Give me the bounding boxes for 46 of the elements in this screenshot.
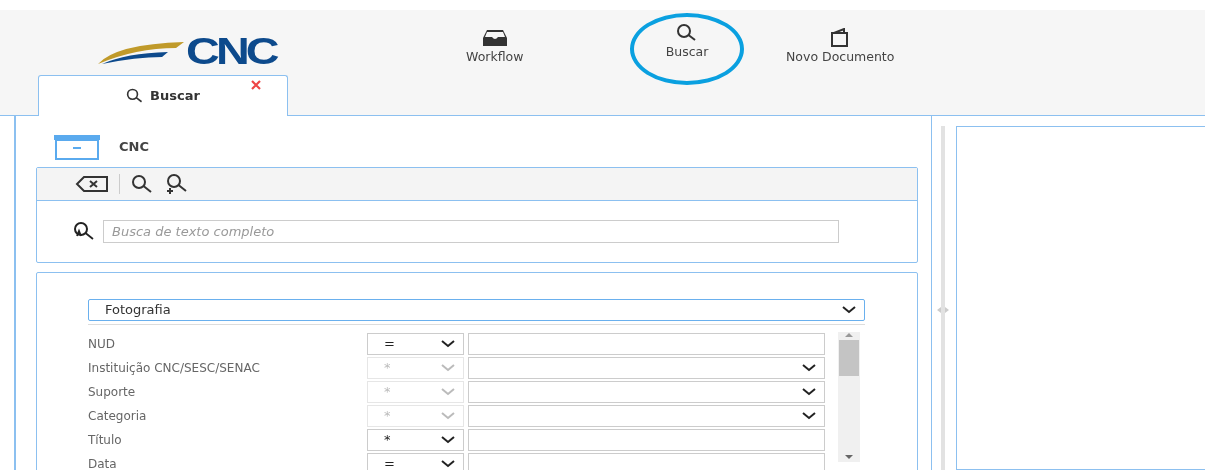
operator-select[interactable]: = xyxy=(367,452,464,470)
nav-button[interactable]: Workflow xyxy=(462,22,528,73)
value-select[interactable] xyxy=(468,356,825,379)
nav-button[interactable]: Novo Documento xyxy=(782,22,899,73)
caret-icon xyxy=(441,459,455,468)
operator-select[interactable]: = xyxy=(367,332,464,355)
caret-icon xyxy=(441,411,455,420)
caret-icon xyxy=(441,387,455,396)
inbox-icon xyxy=(481,28,508,48)
value-field[interactable] xyxy=(468,452,825,470)
field-label: Data xyxy=(88,455,118,470)
caret-icon xyxy=(802,363,816,372)
full-text-search-field[interactable]: Busca de texto completo xyxy=(103,219,839,243)
repository-name: CNC xyxy=(119,138,149,157)
caret-icon xyxy=(441,363,455,372)
zoom-in-icon[interactable] xyxy=(164,172,188,195)
close-icon[interactable] xyxy=(251,80,261,90)
field-label: Instituição CNC/SESC/SENAC xyxy=(88,359,261,377)
caret-icon xyxy=(441,339,455,348)
caret-icon xyxy=(441,435,455,444)
nav-button[interactable]: Buscar xyxy=(630,13,744,85)
document-type-select[interactable]: Fotografia xyxy=(88,298,865,321)
splitter-arrows-icon[interactable] xyxy=(936,306,950,314)
field-label: Suporte xyxy=(88,383,137,401)
caret-icon xyxy=(802,387,816,396)
scrollbar[interactable] xyxy=(838,331,860,462)
document-icon xyxy=(830,28,851,48)
caret-icon xyxy=(802,411,816,420)
field-label: NUD xyxy=(88,335,116,353)
tab[interactable]: Buscar xyxy=(38,75,288,116)
archive-icon xyxy=(53,134,101,160)
scrollbar-thumb[interactable] xyxy=(839,339,859,376)
clear-icon[interactable] xyxy=(75,174,109,193)
value-select[interactable] xyxy=(468,404,825,427)
value-field[interactable] xyxy=(468,332,825,355)
field-label: Título xyxy=(88,431,123,449)
value-field[interactable] xyxy=(468,428,825,451)
value-select[interactable] xyxy=(468,380,825,403)
search-icon xyxy=(676,23,698,43)
caret-icon xyxy=(842,305,856,314)
field-label: Categoria xyxy=(88,407,148,425)
operator-select[interactable]: * xyxy=(367,428,464,451)
logo-text: CNC xyxy=(186,34,276,70)
search-icon[interactable] xyxy=(130,173,154,194)
scroll-down-icon[interactable] xyxy=(844,453,854,460)
text-search-icon xyxy=(71,221,95,241)
